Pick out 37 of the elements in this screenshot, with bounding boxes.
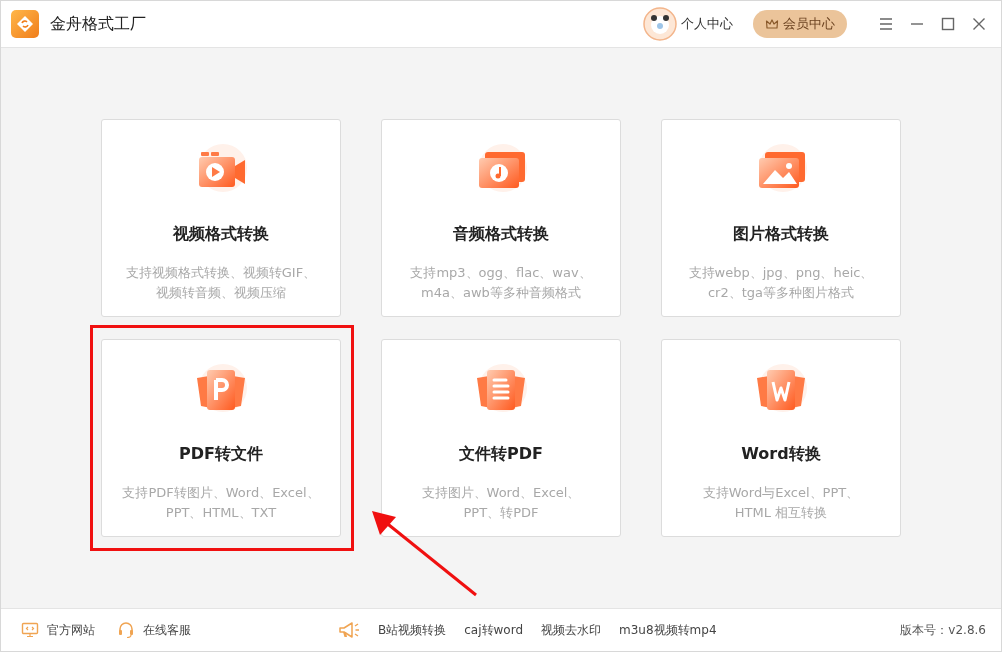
- tool-card[interactable]: 视频格式转换 支持视频格式转换、视频转GIF、 视频转音频、视频压缩: [101, 119, 341, 317]
- card-title: PDF转文件: [179, 444, 263, 465]
- card-title: 视频格式转换: [173, 224, 269, 245]
- card-description: 支持webp、jpg、png、heic、 cr2、tga等多种图片格式: [688, 264, 874, 302]
- tool-card[interactable]: Word转换 支持Word与Excel、PPT、 HTML 相互转换: [661, 339, 901, 537]
- card-description: 支持图片、Word、Excel、 PPT、转PDF: [421, 484, 581, 522]
- quick-link[interactable]: caj转word: [464, 621, 523, 639]
- close-icon[interactable]: [971, 16, 987, 32]
- card-title: 文件转PDF: [459, 444, 543, 465]
- app-logo-icon: [11, 10, 39, 38]
- maximize-icon[interactable]: [940, 16, 956, 32]
- version-label: 版本号：v2.8.6: [900, 621, 986, 639]
- vip-center-button[interactable]: 会员中心: [753, 10, 847, 38]
- monitor-icon: [21, 621, 39, 639]
- tool-card[interactable]: 音频格式转换 支持mp3、ogg、flac、wav、 m4a、awb等多种音频格式: [381, 119, 621, 317]
- card-description: 支持Word与Excel、PPT、 HTML 相互转换: [702, 484, 860, 522]
- footer-link[interactable]: 官方网站: [21, 621, 95, 639]
- quick-link[interactable]: m3u8视频转mp4: [619, 621, 717, 639]
- tool-card[interactable]: 图片格式转换 支持webp、jpg、png、heic、 cr2、tga等多种图片格式: [661, 119, 901, 317]
- card-title: 图片格式转换: [733, 224, 829, 245]
- user-center-link[interactable]: 个人中心: [681, 15, 733, 33]
- footer-link[interactable]: 在线客服: [117, 621, 191, 639]
- quick-link[interactable]: B站视频转换: [378, 621, 447, 639]
- avatar-icon[interactable]: [643, 7, 677, 41]
- tool-card[interactable]: 文件转PDF 支持图片、Word、Excel、 PPT、转PDF: [381, 339, 621, 537]
- window-title: 金舟格式工厂: [50, 13, 146, 35]
- crown-icon: [765, 17, 779, 31]
- tool-card[interactable]: PDF转文件 支持PDF转图片、Word、Excel、 PPT、HTML、TXT: [101, 339, 341, 537]
- card-title: Word转换: [741, 444, 821, 465]
- menu-icon[interactable]: [878, 16, 894, 32]
- card-title: 音频格式转换: [453, 224, 549, 245]
- card-description: 支持mp3、ogg、flac、wav、 m4a、awb等多种音频格式: [410, 264, 592, 302]
- quick-link[interactable]: 视频去水印: [541, 621, 601, 639]
- headset-icon: [117, 621, 135, 639]
- card-description: 支持PDF转图片、Word、Excel、 PPT、HTML、TXT: [122, 484, 320, 522]
- megaphone-icon: [338, 620, 360, 640]
- card-description: 支持视频格式转换、视频转GIF、 视频转音频、视频压缩: [125, 264, 317, 302]
